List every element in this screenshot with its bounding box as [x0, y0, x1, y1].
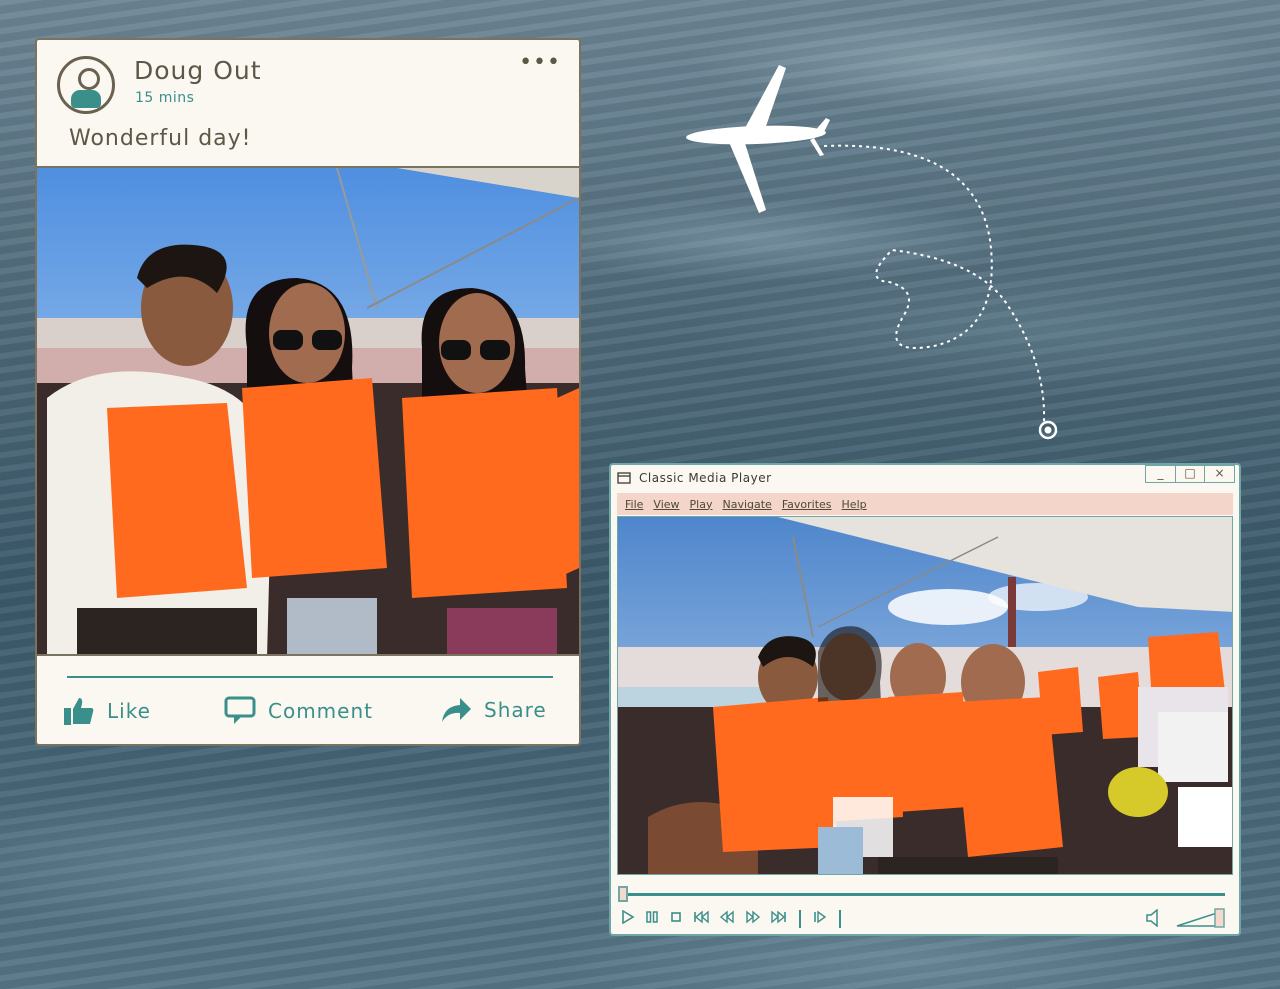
volume-icon[interactable]	[1145, 908, 1161, 931]
window-controls: _ □ ×	[1145, 465, 1235, 483]
next-frame-icon[interactable]	[813, 909, 827, 928]
menu-bar: File View Play Navigate Favorites Help	[617, 493, 1233, 515]
video-display[interactable]	[617, 516, 1233, 875]
post-user-name[interactable]: Doug Out	[134, 56, 262, 85]
comment-icon	[224, 696, 256, 724]
share-arrow-icon	[442, 698, 471, 722]
fast-forward-icon[interactable]	[745, 909, 761, 928]
seek-handle[interactable]	[618, 886, 628, 902]
menu-play[interactable]: Play	[690, 498, 713, 511]
comment-button[interactable]: Comment	[224, 696, 373, 726]
user-icon-body	[71, 90, 101, 108]
video-frame	[618, 517, 1232, 874]
skip-forward-icon[interactable]	[771, 909, 787, 928]
post-caption: Wonderful day!	[69, 126, 252, 151]
menu-navigate[interactable]: Navigate	[722, 498, 771, 511]
post-photo-image	[37, 168, 579, 654]
rewind-icon[interactable]	[719, 909, 735, 928]
play-icon[interactable]	[621, 909, 635, 928]
airplane-icon	[686, 65, 830, 213]
stop-icon[interactable]	[669, 909, 683, 928]
app-icon	[617, 472, 631, 484]
controls-divider	[799, 909, 801, 928]
share-button[interactable]: Share	[440, 696, 547, 724]
more-options-button[interactable]: •••	[519, 50, 561, 75]
controls-divider-2	[839, 909, 841, 928]
media-player-window: Classic Media Player _ □ × File View Pla…	[609, 463, 1241, 936]
like-button[interactable]: Like	[63, 696, 151, 726]
post-timestamp: 15 mins	[135, 90, 195, 106]
thumbs-up-icon	[64, 698, 94, 725]
minimize-button[interactable]: _	[1145, 465, 1176, 483]
comment-label: Comment	[268, 699, 373, 723]
social-post-card: Doug Out 15 mins ••• Wonderful day! Like…	[35, 38, 581, 746]
menu-file[interactable]: File	[625, 498, 643, 511]
menu-favorites[interactable]: Favorites	[782, 498, 832, 511]
airplane-decoration	[686, 65, 1058, 440]
menu-help[interactable]: Help	[842, 498, 867, 511]
playback-controls	[621, 909, 843, 928]
pause-icon[interactable]	[645, 909, 659, 928]
menu-view[interactable]: View	[653, 498, 679, 511]
skip-back-icon[interactable]	[693, 909, 709, 928]
post-photo[interactable]	[37, 166, 579, 656]
like-label: Like	[107, 699, 151, 723]
close-button[interactable]: ×	[1204, 465, 1235, 483]
share-label: Share	[484, 698, 547, 722]
window-title: Classic Media Player	[639, 471, 772, 485]
user-icon	[78, 68, 100, 90]
title-bar[interactable]: Classic Media Player _ □ ×	[611, 465, 1239, 491]
volume-slider[interactable]	[1175, 908, 1227, 932]
maximize-button[interactable]: □	[1174, 465, 1206, 483]
destination-marker-dot	[1044, 426, 1052, 434]
card-divider	[67, 676, 553, 678]
seek-bar[interactable]	[621, 893, 1225, 896]
flight-path	[823, 144, 1046, 423]
avatar[interactable]	[57, 56, 115, 114]
